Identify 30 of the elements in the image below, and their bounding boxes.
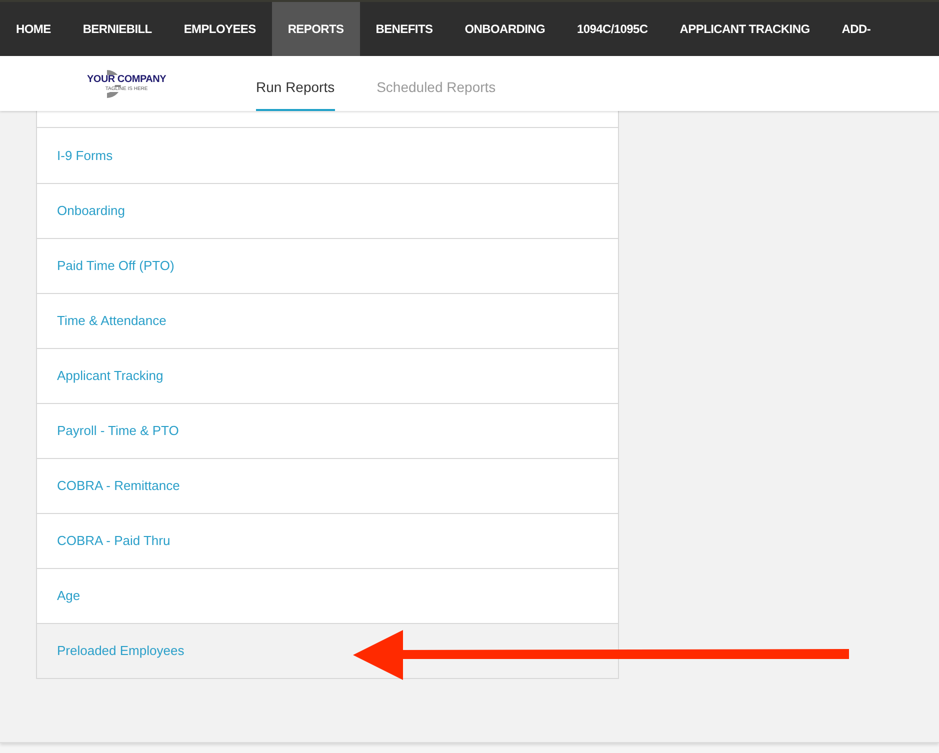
nav-item[interactable]: APPLICANT TRACKING bbox=[664, 2, 826, 56]
report-row[interactable]: COBRA - Paid Thru bbox=[37, 513, 618, 568]
report-row[interactable]: Applicant Tracking bbox=[37, 348, 618, 403]
report-row[interactable]: Paid Time Off (PTO) bbox=[37, 238, 618, 293]
report-link[interactable]: Paid Time Off (PTO) bbox=[57, 256, 174, 276]
nav-item[interactable]: ADD- bbox=[826, 2, 887, 56]
report-link[interactable]: I-9 Forms bbox=[57, 146, 113, 166]
nav-item[interactable]: BERNIEBILL bbox=[66, 2, 168, 56]
report-link[interactable]: COBRA - Paid Thru bbox=[57, 531, 170, 551]
report-row[interactable]: Onboarding bbox=[37, 183, 618, 238]
nav-item[interactable]: ONBOARDING bbox=[448, 2, 562, 56]
report-row[interactable]: Payroll - Time & PTO bbox=[37, 403, 618, 458]
nav-item[interactable]: EMPLOYEES bbox=[168, 2, 272, 56]
report-link[interactable]: Payroll - Time & PTO bbox=[57, 421, 179, 441]
report-link[interactable]: COBRA - Remittance bbox=[57, 476, 180, 496]
company-name: YOUR COMPANY bbox=[87, 75, 166, 85]
report-row[interactable]: COBRA - Remittance bbox=[37, 458, 618, 513]
report-link[interactable]: Time & Attendance bbox=[57, 311, 166, 331]
report-link[interactable]: Applicant Tracking bbox=[57, 366, 164, 386]
tab[interactable]: Scheduled Reports bbox=[376, 56, 496, 111]
report-row[interactable]: Age bbox=[37, 568, 618, 623]
nav-item[interactable]: REPORTS bbox=[272, 2, 360, 56]
nav-item[interactable]: BENEFITS bbox=[360, 2, 449, 56]
report-link[interactable]: Onboarding bbox=[57, 201, 125, 221]
report-link[interactable]: Preloaded Employees bbox=[57, 641, 184, 661]
report-link[interactable]: Age bbox=[57, 586, 80, 606]
nav-item[interactable]: 1094C/1095C bbox=[561, 2, 664, 56]
report-row[interactable]: I-9 Forms bbox=[37, 128, 618, 183]
report-row[interactable]: Time & Attendance bbox=[37, 293, 618, 348]
nav-item[interactable]: HOME bbox=[0, 2, 67, 56]
